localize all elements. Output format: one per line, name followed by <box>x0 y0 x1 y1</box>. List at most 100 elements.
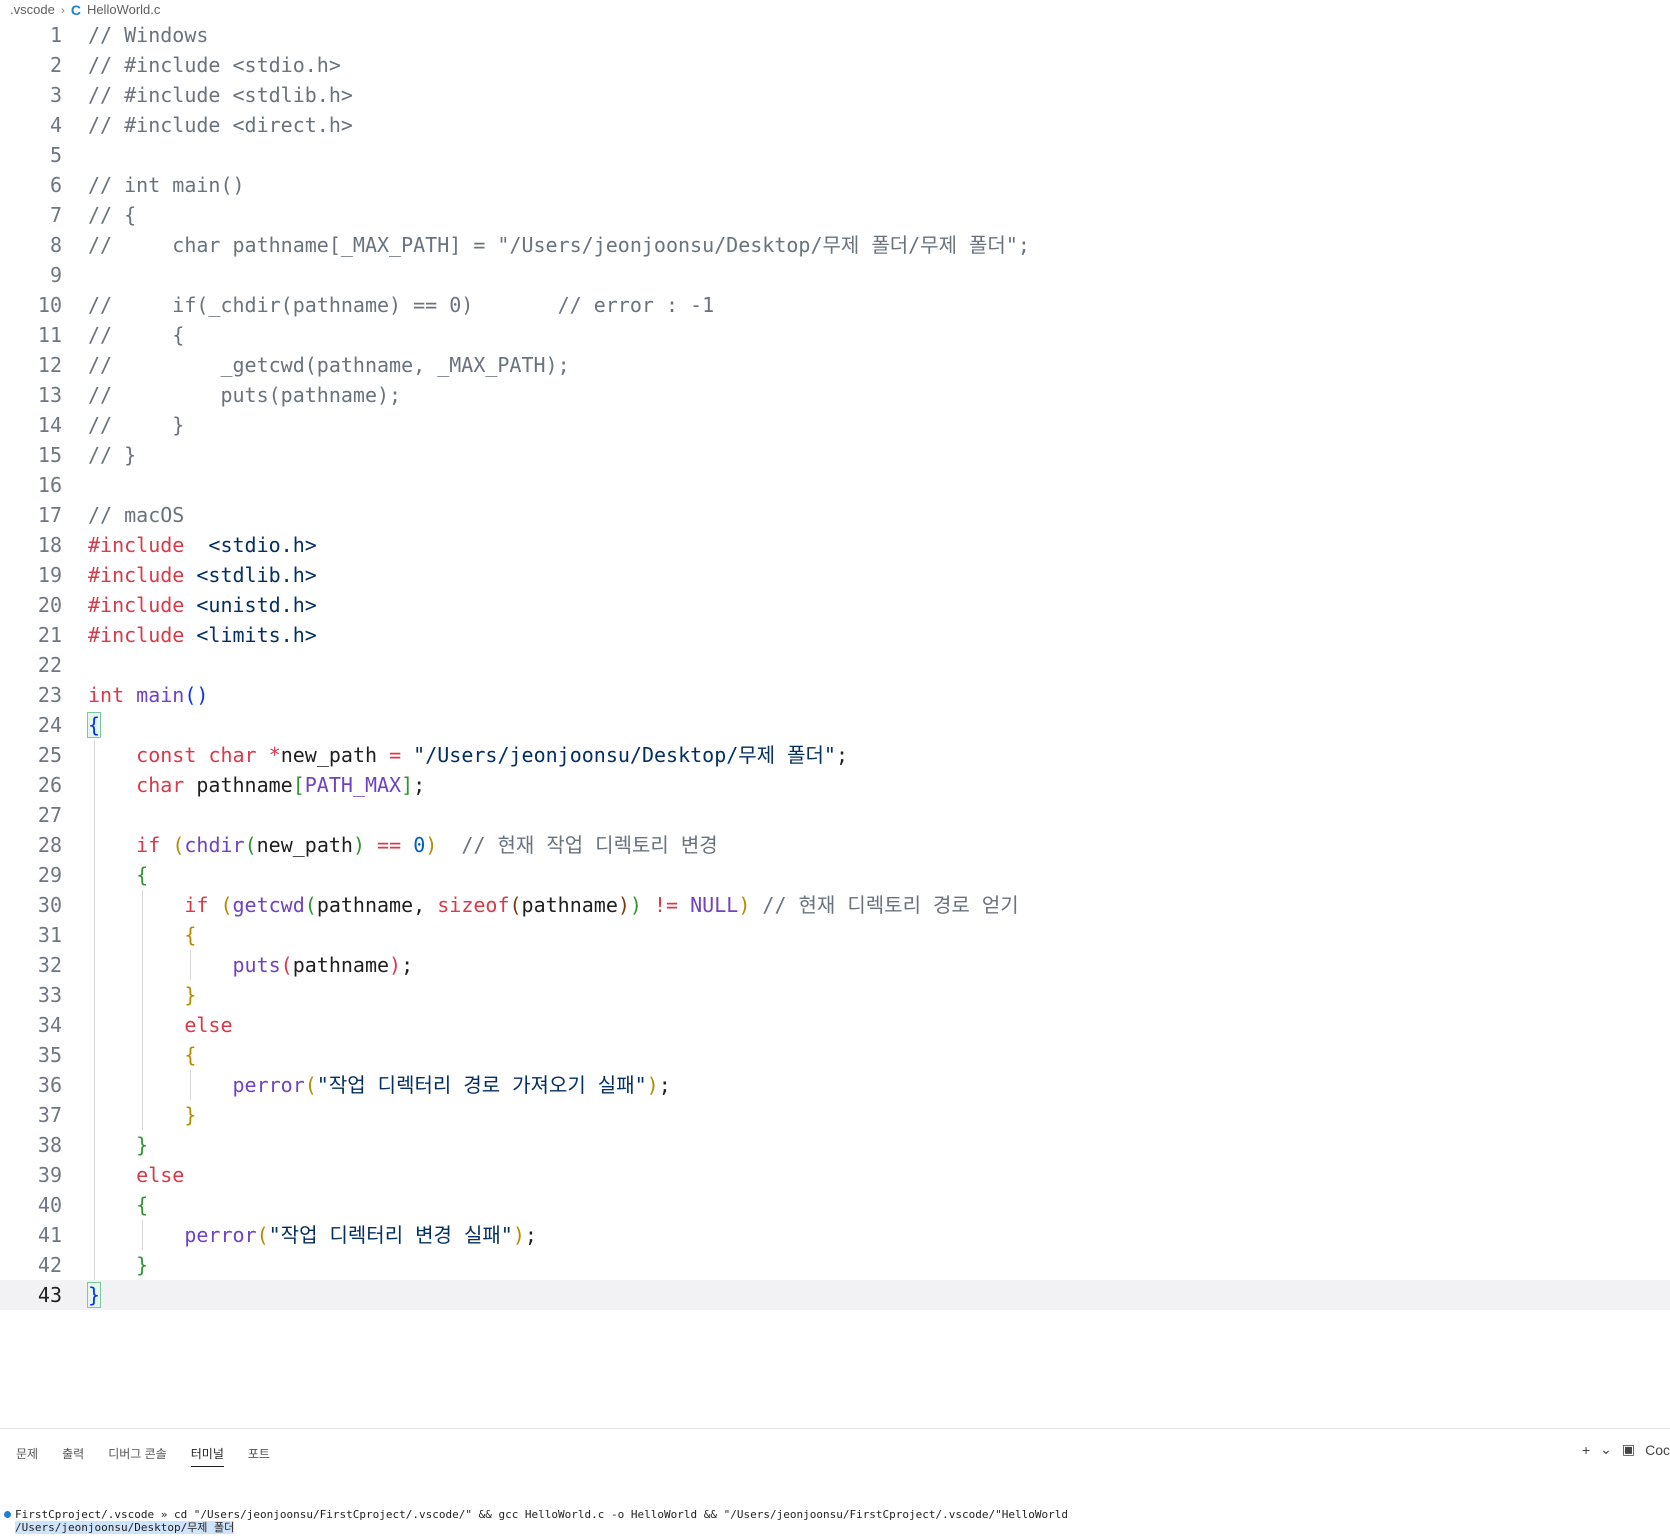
code-text: // { <box>88 200 136 230</box>
code-text: // } <box>88 440 136 470</box>
code-line[interactable]: 39 else <box>0 1160 1670 1190</box>
code-line[interactable]: 15 // } <box>0 440 1670 470</box>
code-editor[interactable]: 1 // Windows 2 // #include <stdio.h> 3 // #in… <box>0 19 1670 1429</box>
line-number: 4 <box>49 113 62 137</box>
code-token: } <box>136 1253 149 1277</box>
new-terminal-button[interactable]: + <box>1582 1442 1590 1458</box>
code-line[interactable]: 10 // if(_chdir(pathname) == 0) // error … <box>0 290 1670 320</box>
line-number: 39 <box>37 1163 62 1187</box>
code-line[interactable]: 25 const char *new_path = "/Users/jeonjo… <box>0 740 1670 770</box>
code-line[interactable]: 12 // _getcwd(pathname, _MAX_PATH); <box>0 350 1670 380</box>
code-token: { <box>86 712 102 738</box>
code-line[interactable]: 24 { <box>0 710 1670 740</box>
code-line[interactable]: 14 // } <box>0 410 1670 440</box>
code-token: pathname <box>292 953 390 977</box>
code-token: ) <box>646 1073 659 1097</box>
code-line[interactable]: 13 // puts(pathname); <box>0 380 1670 410</box>
code-line[interactable]: 1 // Windows <box>0 20 1670 50</box>
code-token: * <box>268 743 281 767</box>
code-line[interactable]: 34 else <box>0 1010 1670 1040</box>
terminal-output[interactable]: FirstCproject/.vscode » cd "/Users/jeonj… <box>4 1508 1664 1534</box>
line-number: 12 <box>37 353 62 377</box>
code-token: ; <box>401 953 414 977</box>
breadcrumb: .vscode › C HelloWorld.c <box>10 0 160 19</box>
code-line[interactable]: 41 perror("작업 디렉터리 변경 실패"); <box>0 1220 1670 1250</box>
code-line[interactable]: 7 // { <box>0 200 1670 230</box>
code-token: // } <box>88 443 137 467</box>
code-line[interactable]: 5 <box>0 140 1670 170</box>
bottom-panel: 문제 출력 디버그 콘솔 터미널 포트 + ⌄ ▣ Coc FirstCproject/… <box>0 1428 1670 1538</box>
code-line[interactable]: 22 <box>0 650 1670 680</box>
code-line[interactable]: 28 if (chdir(new_path) == 0) // 현재 작업 디렉… <box>0 830 1670 860</box>
code-line[interactable]: 18 #include <stdio.h> <box>0 530 1670 560</box>
code-token: // _getcwd(pathname, _MAX_PATH); <box>88 353 570 377</box>
code-token: perror <box>184 1223 257 1247</box>
code-line[interactable]: 8 // char pathname[_MAX_PATH] = "/Users/j… <box>0 230 1670 260</box>
terminal-line: /Users/jeonjoonsu/Desktop/무제 폴더 <box>4 1521 1664 1534</box>
code-line[interactable]: 23 int main() <box>0 680 1670 710</box>
code-line[interactable]: 2 // #include <stdio.h> <box>0 50 1670 80</box>
code-line[interactable]: 42 } <box>0 1250 1670 1280</box>
code-token: NULL <box>690 893 739 917</box>
code-text: } <box>88 1250 148 1280</box>
line-number: 28 <box>37 833 62 857</box>
line-number: 8 <box>49 233 62 257</box>
code-line[interactable]: 35 { <box>0 1040 1670 1070</box>
panel-tab[interactable]: 터미널 <box>190 1445 224 1467</box>
code-line[interactable]: 43} <box>0 1280 1670 1310</box>
breadcrumb-file[interactable]: HelloWorld.c <box>87 2 160 17</box>
code-line[interactable]: 30 if (getcwd(pathname, sizeof(pathname)… <box>0 890 1670 920</box>
code-line[interactable]: 26 char pathname[PATH_MAX]; <box>0 770 1670 800</box>
indent-guide <box>190 950 192 980</box>
code-line[interactable]: 9 <box>0 260 1670 290</box>
chevron-right-icon: › <box>60 2 65 17</box>
code-line[interactable]: 11 // { <box>0 320 1670 350</box>
code-text: perror("작업 디렉터리 경로 가져오기 실패"); <box>88 1070 671 1100</box>
code-line[interactable]: 32 puts(pathname); <box>0 950 1670 980</box>
c-language-icon: C <box>70 1 81 18</box>
code-line[interactable]: 33 } <box>0 980 1670 1010</box>
code-line[interactable]: 40 { <box>0 1190 1670 1220</box>
code-line[interactable]: 20 #include <unistd.h> <box>0 590 1670 620</box>
terminal-text: FirstCproject/.vscode » cd "/Users/jeonj… <box>15 1508 1068 1521</box>
line-number: 22 <box>37 653 62 677</box>
code-line[interactable]: 36 perror("작업 디렉터리 경로 가져오기 실패"); <box>0 1070 1670 1100</box>
code-line[interactable]: 17 // macOS <box>0 500 1670 530</box>
code-token: [ <box>292 773 305 797</box>
code-line[interactable]: 31 { <box>0 920 1670 950</box>
code-line[interactable]: 21 #include <limits.h> <box>0 620 1670 650</box>
code-line[interactable]: 37 } <box>0 1100 1670 1130</box>
panel-tab[interactable]: 출력 <box>62 1445 84 1467</box>
line-number: 11 <box>37 323 62 347</box>
panel-tab[interactable]: 디버그 콘솔 <box>108 1445 167 1467</box>
breadcrumb-folder[interactable]: .vscode <box>10 2 55 17</box>
code-line[interactable]: 16 <box>0 470 1670 500</box>
code-line[interactable]: 4 // #include <direct.h> <box>0 110 1670 140</box>
code-text: { <box>88 860 148 890</box>
chevron-down-icon[interactable]: ⌄ <box>1600 1441 1612 1458</box>
line-number: 26 <box>37 773 62 797</box>
code-text: // if(_chdir(pathname) == 0) // error : … <box>88 290 714 320</box>
code-token: "/Users/jeonjoonsu/Desktop/무제 폴더" <box>413 743 836 767</box>
code-line[interactable]: 27 <box>0 800 1670 830</box>
panel-tab[interactable]: 문제 <box>16 1445 38 1467</box>
code-line[interactable]: 29 { <box>0 860 1670 890</box>
line-number: 35 <box>37 1043 62 1067</box>
panel-tab[interactable]: 포트 <box>248 1445 270 1467</box>
code-line[interactable]: 3 // #include <stdlib.h> <box>0 80 1670 110</box>
code-text: // Windows <box>88 20 208 50</box>
code-text: // { <box>88 320 184 350</box>
code-token: == <box>377 833 402 857</box>
code-line[interactable]: 6 // int main() <box>0 170 1670 200</box>
code-line[interactable]: 38 } <box>0 1130 1670 1160</box>
code-line[interactable]: 19 #include <stdlib.h> <box>0 560 1670 590</box>
line-number: 43 <box>37 1283 62 1307</box>
terminal-profile-label[interactable]: Coc <box>1645 1442 1670 1458</box>
